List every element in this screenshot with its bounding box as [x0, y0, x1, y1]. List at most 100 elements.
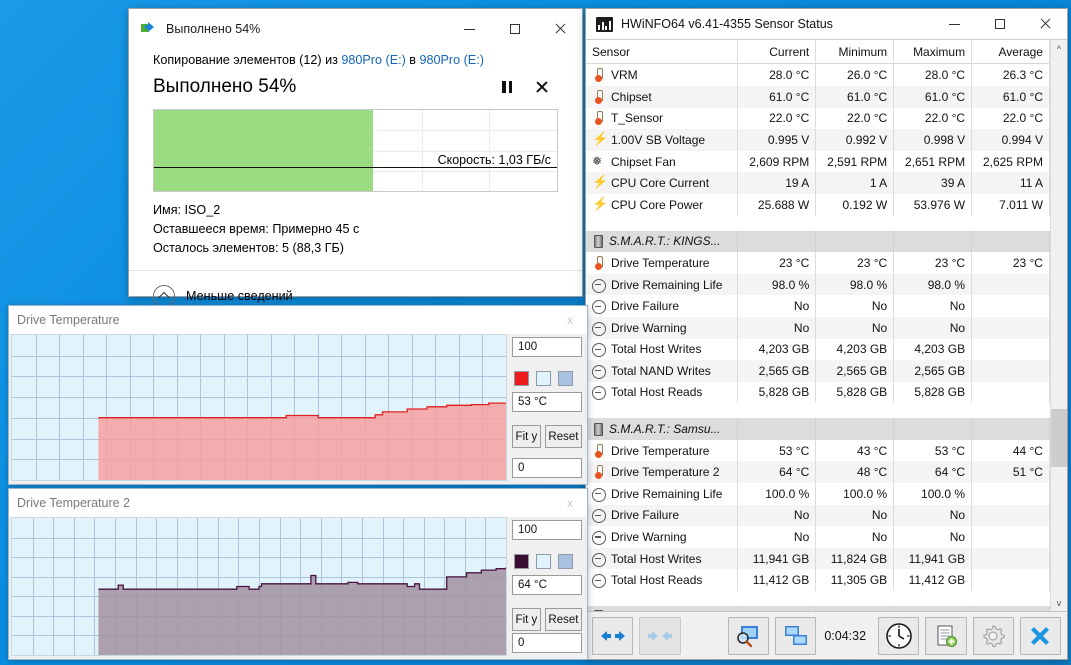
graph2-line-color-swatch[interactable] [514, 554, 529, 569]
less-details-label: Меньше сведений [186, 289, 293, 304]
configure-sensors-button[interactable] [972, 616, 1014, 655]
table-row[interactable]: Drive Warning No No No [586, 526, 1050, 548]
table-row[interactable]: Total Host Reads 5,828 GB 5,828 GB 5,828 GB [586, 381, 1050, 404]
graph1-plot-area[interactable] [11, 334, 507, 481]
scrollbar-track[interactable] [1050, 57, 1067, 594]
thermometer-icon [592, 68, 605, 83]
graph1-background-color-swatch[interactable] [536, 371, 551, 386]
graph-window-drive-temperature[interactable]: Drive Temperature x 100 53 °C Fit y Rese… [8, 305, 588, 485]
copy-target-link[interactable]: 980Pro (E:) [420, 53, 484, 67]
table-row[interactable]: Total Host Writes 4,203 GB 4,203 GB 4,203 G… [586, 338, 1050, 361]
sensor-name-cell: S.M.A.R.T.: Samsu... [586, 418, 739, 440]
remote-monitoring-button[interactable] [775, 616, 817, 655]
scroll-up-icon[interactable]: ^ [1051, 40, 1068, 57]
thermometer-icon [592, 255, 605, 270]
sensor-maximum-cell: 0.998 V [894, 129, 973, 151]
sensor-minimum-cell: 22.0 °C [816, 107, 895, 130]
table-row[interactable]: Total Host Writes 11,941 GB 11,824 GB 11,94… [586, 547, 1050, 570]
sensor-current-cell: 53 °C [738, 439, 817, 462]
column-header-minimum[interactable]: Minimum [816, 40, 895, 64]
table-row[interactable]: CPU Core Power 25.688 W0.192 W53.976 W7.0… [586, 193, 1050, 216]
pause-button[interactable] [490, 73, 524, 101]
graph2-plot-area[interactable] [11, 517, 507, 656]
graph2-reset-button[interactable]: Reset [544, 608, 582, 631]
minimize-button[interactable] [447, 9, 492, 49]
graph1-close-button[interactable]: x [561, 311, 579, 329]
table-row[interactable]: Drive Failure No No No [586, 504, 1050, 527]
table-row[interactable]: Drive Temperature 53 °C 43 °C 53 °C 44 °C [586, 439, 1050, 462]
graph2-titlebar[interactable]: Drive Temperature 2 x [9, 489, 587, 517]
table-row[interactable]: Chipset 61.0 °C 61.0 °C 61.0 °C 61.0 °C [586, 85, 1050, 108]
scroll-down-icon[interactable]: v [1051, 594, 1068, 611]
hwinfo-maximize-button[interactable] [977, 9, 1022, 39]
sensor-table-header: Sensor Current Minimum Maximum Average [586, 40, 1050, 65]
hwinfo-minimize-button[interactable] [932, 9, 977, 39]
close-button[interactable] [537, 9, 582, 49]
sensor-current-cell: 64 °C [738, 461, 817, 484]
graph2-background-color-swatch[interactable] [536, 554, 551, 569]
hwinfo-window[interactable]: HWiNFO64 v6.41-4355 Sensor Status Sensor… [585, 8, 1068, 660]
sensor-group-row[interactable]: S.M.A.R.T.: Samsu... [586, 418, 1050, 440]
hwinfo-close-button[interactable] [1022, 9, 1067, 39]
table-row[interactable]: Drive Warning No No No [586, 316, 1050, 339]
table-row[interactable]: 1.00V SB Voltage 0.995 V0.992 V0.998 V0.9… [586, 129, 1050, 151]
start-logging-button[interactable] [925, 616, 967, 655]
sensor-average-cell [972, 569, 1050, 592]
graph1-line-color-swatch[interactable] [514, 371, 529, 386]
table-row[interactable]: Total Host Reads 11,412 GB 11,305 GB 11,412… [586, 569, 1050, 592]
other-icon [592, 278, 606, 293]
graph2-grid-color-swatch[interactable] [558, 554, 573, 569]
table-row[interactable]: CPU Core Current 19 A1 A39 A11 A [586, 172, 1050, 194]
sensor-current-cell: 11,941 GB [738, 547, 817, 570]
table-row[interactable]: T_Sensor 22.0 °C 22.0 °C 22.0 °C 22.0 °C [586, 107, 1050, 130]
sensor-name-label: Total Host Reads [611, 573, 703, 588]
graph2-close-button[interactable]: x [561, 494, 579, 512]
table-row[interactable]: Drive Remaining Life 98.0 % 98.0 % 98.0 % [586, 273, 1050, 296]
column-header-sensor[interactable]: Sensor [586, 40, 739, 64]
table-row[interactable]: Drive Temperature 23 °C 23 °C 23 °C 23 °C [586, 252, 1050, 274]
column-header-average[interactable]: Average [972, 40, 1050, 64]
graph1-ymax-field[interactable]: 100 [512, 337, 582, 357]
sensor-group-row[interactable]: S.M.A.R.T.: KINGS... [586, 230, 1050, 253]
collapse-sensors-button[interactable] [639, 616, 681, 655]
graph2-ymin-field[interactable]: 0 [512, 633, 582, 653]
sensor-details-button[interactable] [727, 616, 770, 655]
graph-window-drive-temperature-2[interactable]: Drive Temperature 2 x 100 64 °C Fit y Re… [8, 488, 588, 660]
copy-source-link[interactable]: 980Pro (E:) [341, 53, 405, 67]
maximize-button[interactable] [492, 9, 537, 49]
sensor-average-cell [972, 381, 1050, 404]
copy-progress-row: Выполнено 54% [153, 73, 558, 101]
hwinfo-exit-button[interactable] [1019, 616, 1062, 655]
table-row[interactable]: Total NAND Writes 2,565 GB 2,565 GB 2,565 G… [586, 360, 1050, 382]
prev-next-sensor-button[interactable] [592, 616, 634, 655]
graph1-grid-color-swatch[interactable] [558, 371, 573, 386]
table-row[interactable]: Drive Failure No No No [586, 295, 1050, 317]
sensor-average-cell: 44 °C [972, 439, 1050, 462]
scrollbar-thumb[interactable] [1050, 409, 1067, 468]
reset-clock-button[interactable] [878, 616, 920, 655]
column-header-maximum[interactable]: Maximum [894, 40, 973, 64]
graph2-ymax-field[interactable]: 100 [512, 520, 582, 540]
graph1-ymin-field[interactable]: 0 [512, 458, 582, 478]
sensor-minimum-cell: 4,203 GB [816, 338, 895, 361]
hwinfo-titlebar[interactable]: HWiNFO64 v6.41-4355 Sensor Status [586, 9, 1067, 40]
copy-dialog-titlebar[interactable]: Выполнено 54% [129, 9, 582, 49]
sensor-minimum-cell: 26.0 °C [816, 64, 895, 86]
graph1-titlebar[interactable]: Drive Temperature x [9, 306, 587, 334]
graph1-reset-button[interactable]: Reset [544, 425, 582, 448]
graph2-fit-y-button[interactable]: Fit y [512, 608, 541, 631]
table-row[interactable]: Drive Temperature 2 64 °C 48 °C 64 °C 51 °C [586, 461, 1050, 484]
table-row[interactable]: Chipset Fan 2,609 RPM2,591 RPM2,651 RPM2,… [586, 150, 1050, 173]
table-row[interactable]: VRM 28.0 °C 26.0 °C 28.0 °C 26.3 °C [586, 64, 1050, 86]
column-header-current[interactable]: Current [738, 40, 817, 64]
sensor-table-scrollbar[interactable]: ^ v [1050, 40, 1067, 611]
copy-progress-window[interactable]: Выполнено 54% Копирование элементов (12)… [128, 8, 583, 308]
other-icon [592, 342, 606, 358]
sensor-name-cell: Drive Failure [586, 295, 739, 317]
sensor-maximum-cell: No [894, 526, 973, 548]
table-row[interactable]: Drive Remaining Life 100.0 % 100.0 % 100.0 … [586, 483, 1050, 505]
cancel-copy-button[interactable] [524, 73, 558, 101]
sensor-current-cell: No [738, 295, 817, 317]
sensor-name-cell: Drive Temperature [586, 252, 739, 274]
graph1-fit-y-button[interactable]: Fit y [512, 425, 541, 448]
